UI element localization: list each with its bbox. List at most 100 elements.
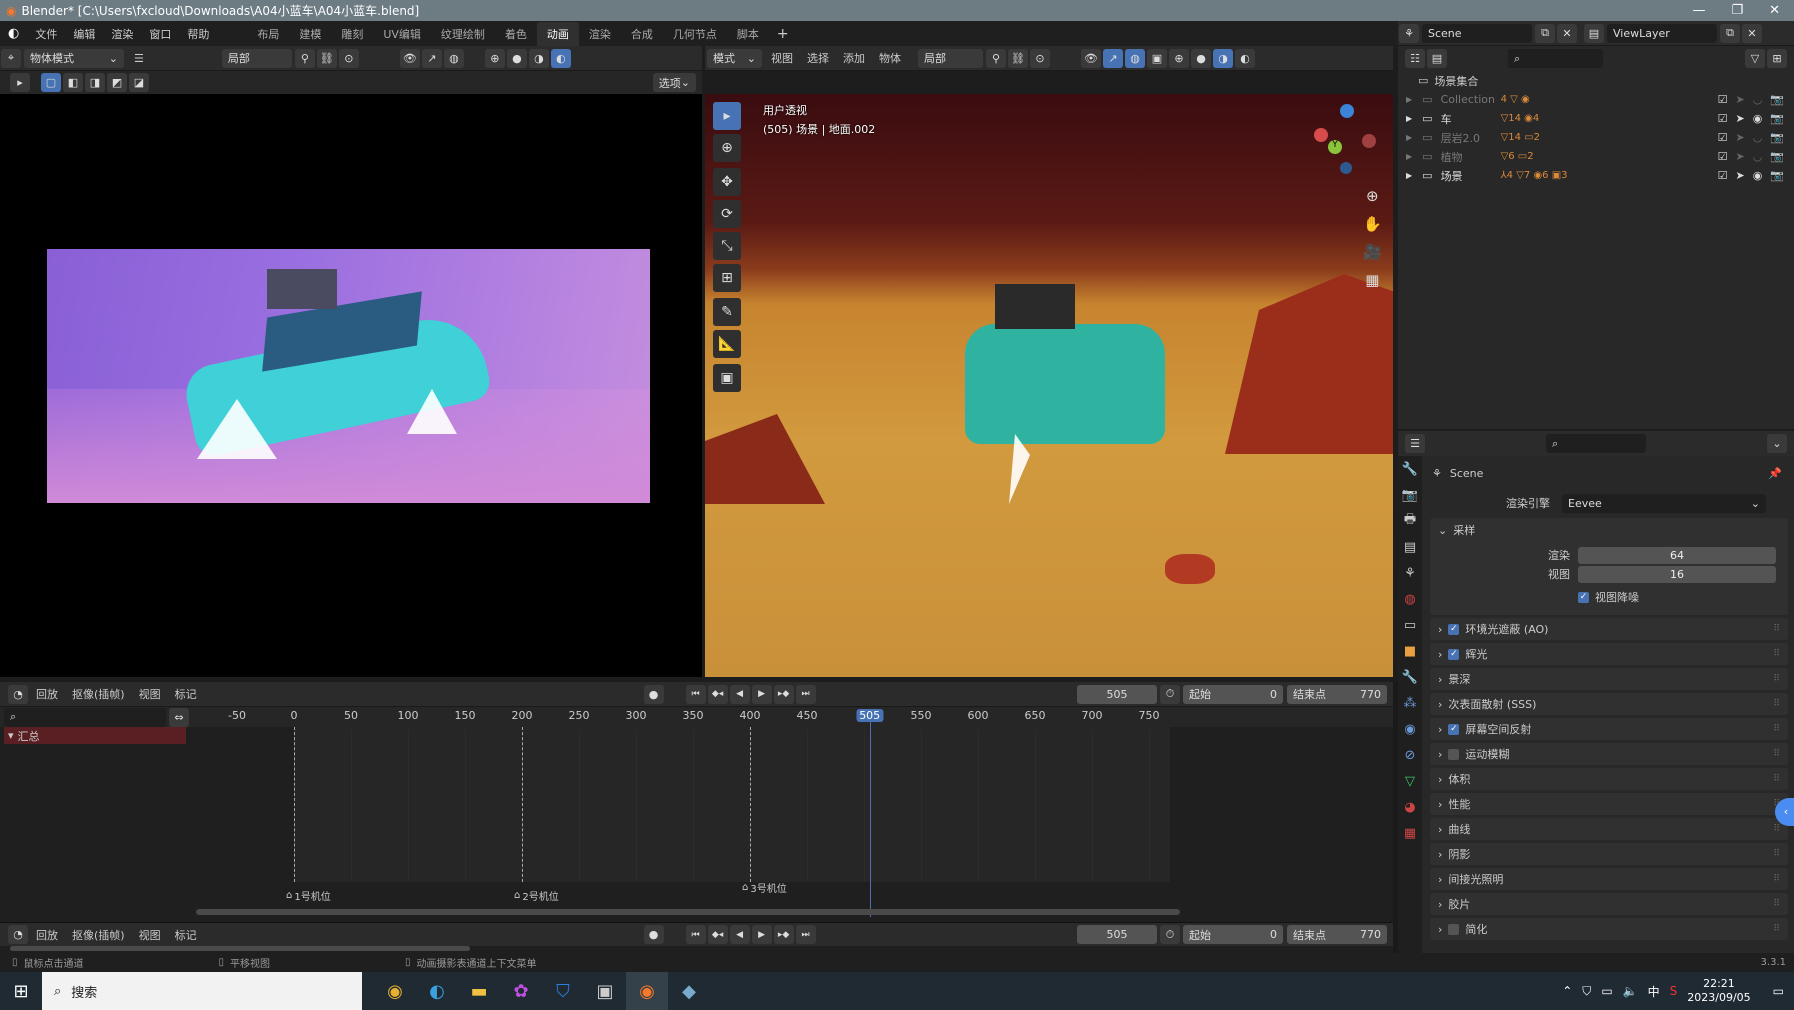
- timeline-menu[interactable]: 回放: [29, 686, 65, 702]
- scene-collection-row[interactable]: ▭ 场景集合: [1398, 71, 1794, 90]
- material-tab-icon[interactable]: ◕: [1398, 794, 1422, 820]
- dopesheet-area[interactable]: [294, 727, 1170, 882]
- end-frame-field[interactable]: 结束点 770: [1287, 684, 1387, 704]
- overlay-icon[interactable]: ◍: [443, 48, 464, 68]
- stopwatch-icon[interactable]: ⏱: [1160, 925, 1180, 944]
- end-frame-field[interactable]: 结束点 770: [1287, 925, 1387, 944]
- expand-arrow-icon[interactable]: ▶: [1406, 171, 1412, 180]
- frame-ruler[interactable]: -50 0 50 100 150 200 250 300 350 400 450 505 550 600 6…: [0, 709, 1393, 725]
- camera-marker[interactable]: ⌂ 1号机位: [286, 888, 331, 903]
- viewport-wireframe-icon[interactable]: ⊕: [1169, 48, 1189, 68]
- record-icon[interactable]: ●: [643, 684, 664, 704]
- options-dropdown[interactable]: 选项 ⌄: [652, 73, 696, 92]
- modifier-tab-icon[interactable]: 🔧: [1398, 664, 1422, 690]
- delete-view-layer-icon[interactable]: ✕: [1742, 23, 1762, 43]
- properties-panel[interactable]: › 间接光照明 ⠿: [1430, 868, 1788, 890]
- render-samples-field[interactable]: 64: [1578, 546, 1776, 564]
- panel-checkbox[interactable]: [1448, 748, 1460, 760]
- material-shading-icon[interactable]: ◑: [528, 48, 549, 68]
- camera-marker[interactable]: ⌂ 3号机位: [742, 880, 787, 895]
- ime-indicator[interactable]: 中: [1648, 983, 1660, 1000]
- render-camera-icon[interactable]: 📷: [1770, 150, 1784, 163]
- exclude-checkbox[interactable]: ☑: [1718, 93, 1728, 106]
- workspace-tab[interactable]: 渲染: [579, 22, 621, 46]
- properties-options-icon[interactable]: ⌄: [1767, 434, 1787, 453]
- properties-panel[interactable]: › 运动模糊 ⠿: [1430, 743, 1788, 765]
- properties-editor-type-icon[interactable]: ☰: [1405, 434, 1425, 453]
- new-scene-icon[interactable]: ⧉: [1535, 23, 1555, 43]
- new-collection-icon[interactable]: ⊞: [1767, 49, 1787, 68]
- measure-tool-icon[interactable]: 📐: [713, 330, 741, 358]
- properties-panel[interactable]: › 简化 ⠿: [1430, 918, 1788, 940]
- viewport-material-icon[interactable]: ◑: [1213, 48, 1233, 68]
- proportional-edit-icon[interactable]: ⊙: [338, 48, 359, 68]
- eye-closed-icon[interactable]: ◡: [1753, 93, 1763, 106]
- viewport-pivot-icon[interactable]: ⚲: [986, 48, 1006, 68]
- outliner-filter-icon[interactable]: ▽: [1745, 49, 1765, 68]
- workspace-tab[interactable]: 布局: [247, 22, 289, 46]
- timeline-menu[interactable]: 抠像(插帧): [65, 927, 132, 943]
- eye-icon[interactable]: ◉: [1753, 169, 1763, 182]
- timeline-menu[interactable]: 回放: [29, 927, 65, 943]
- constraints-tab-icon[interactable]: ⊘: [1398, 742, 1422, 768]
- solid-shading-icon[interactable]: ●: [506, 48, 527, 68]
- properties-panel[interactable]: › ✓ 屏幕空间反射 ⠿: [1430, 718, 1788, 740]
- outliner-search-input[interactable]: ⌕: [1508, 49, 1603, 68]
- selectable-icon[interactable]: ➤: [1735, 93, 1744, 106]
- menu-edit[interactable]: 编辑: [65, 26, 103, 42]
- chrome-icon[interactable]: ◉: [374, 972, 416, 1010]
- viewport-menu-select[interactable]: 选择: [800, 50, 836, 66]
- render-camera-icon[interactable]: 📷: [1770, 131, 1784, 144]
- drag-handle-icon[interactable]: ⠿: [1773, 849, 1780, 859]
- timeline-menu[interactable]: 标记: [168, 686, 204, 702]
- viewport-orientation-dropdown[interactable]: 局部: [918, 48, 983, 68]
- drag-handle-icon[interactable]: ⠿: [1773, 674, 1780, 684]
- exclude-checkbox[interactable]: ☑: [1718, 131, 1728, 144]
- editor-type-icon[interactable]: ⌖: [1, 48, 21, 68]
- blender-menu-icon[interactable]: ◐: [0, 26, 27, 41]
- properties-panel[interactable]: › ✓ 环境光遮蔽 (AO) ⠿: [1430, 618, 1788, 640]
- selectable-icon[interactable]: ➤: [1735, 112, 1744, 125]
- exclude-checkbox[interactable]: ☑: [1718, 150, 1728, 163]
- windows-start-icon[interactable]: ⊞: [0, 972, 42, 1010]
- jump-end-icon[interactable]: ⏭: [795, 684, 816, 704]
- select-box-tool-icon[interactable]: ▸: [713, 102, 741, 130]
- notification-icon[interactable]: ▭: [1773, 984, 1784, 998]
- view-layer-name-field[interactable]: ViewLayer: [1607, 23, 1717, 43]
- outliner-display-mode-icon[interactable]: ☷: [1405, 49, 1425, 68]
- play-icon[interactable]: ▶: [751, 925, 772, 944]
- properties-panel[interactable]: › 阴影 ⠿: [1430, 843, 1788, 865]
- expand-arrow-icon[interactable]: ▶: [1406, 152, 1412, 161]
- drag-handle-icon[interactable]: ⠿: [1773, 874, 1780, 884]
- play-reverse-icon[interactable]: ◀: [729, 684, 750, 704]
- outliner-row[interactable]: ▶ ▭ 层岩2.0 ▽14 ▭2 ☑ ➤ ◡ 📷: [1398, 128, 1794, 147]
- prev-keyframe-icon[interactable]: ◆◂: [707, 925, 728, 944]
- shield-app-icon[interactable]: ⛉: [542, 972, 584, 1010]
- orientation-dropdown[interactable]: 局部: [221, 48, 292, 68]
- panel-checkbox[interactable]: ✓: [1448, 623, 1460, 635]
- select-mode-new-icon[interactable]: ▢: [41, 73, 61, 92]
- eye-closed-icon[interactable]: ◡: [1753, 131, 1763, 144]
- mode-dropdown[interactable]: 物体模式 ⌄: [24, 48, 124, 68]
- cursor-tool-icon[interactable]: ⊕: [713, 134, 741, 162]
- menu-file[interactable]: 文件: [27, 26, 65, 42]
- sampling-panel-header[interactable]: ⌄ 采样: [1430, 518, 1788, 542]
- timeline-menu[interactable]: 视图: [132, 686, 168, 702]
- wireframe-shading-icon[interactable]: ⊕: [484, 48, 505, 68]
- viewport-denoise-checkbox[interactable]: ✓ 视图降噪: [1430, 587, 1788, 607]
- viewport-solid-icon[interactable]: ●: [1191, 48, 1211, 68]
- add-workspace-button[interactable]: +: [769, 26, 797, 42]
- network-icon[interactable]: ▭: [1601, 984, 1612, 998]
- selectable-icon[interactable]: ➤: [1735, 131, 1744, 144]
- menu-icon[interactable]: ☰: [126, 52, 152, 65]
- view-layer-icon[interactable]: ▤: [1584, 23, 1604, 43]
- select-mode-extend-icon[interactable]: ◧: [63, 73, 83, 92]
- properties-search-input[interactable]: ⌕: [1546, 434, 1646, 453]
- select-mode-intersect-icon[interactable]: ◪: [129, 73, 149, 92]
- new-view-layer-icon[interactable]: ⧉: [1720, 23, 1740, 43]
- edge-icon[interactable]: ◐: [416, 972, 458, 1010]
- delete-scene-icon[interactable]: ✕: [1557, 23, 1577, 43]
- record-icon[interactable]: ●: [643, 925, 664, 944]
- drag-handle-icon[interactable]: ⠿: [1773, 824, 1780, 834]
- timeline-menu[interactable]: 标记: [168, 927, 204, 943]
